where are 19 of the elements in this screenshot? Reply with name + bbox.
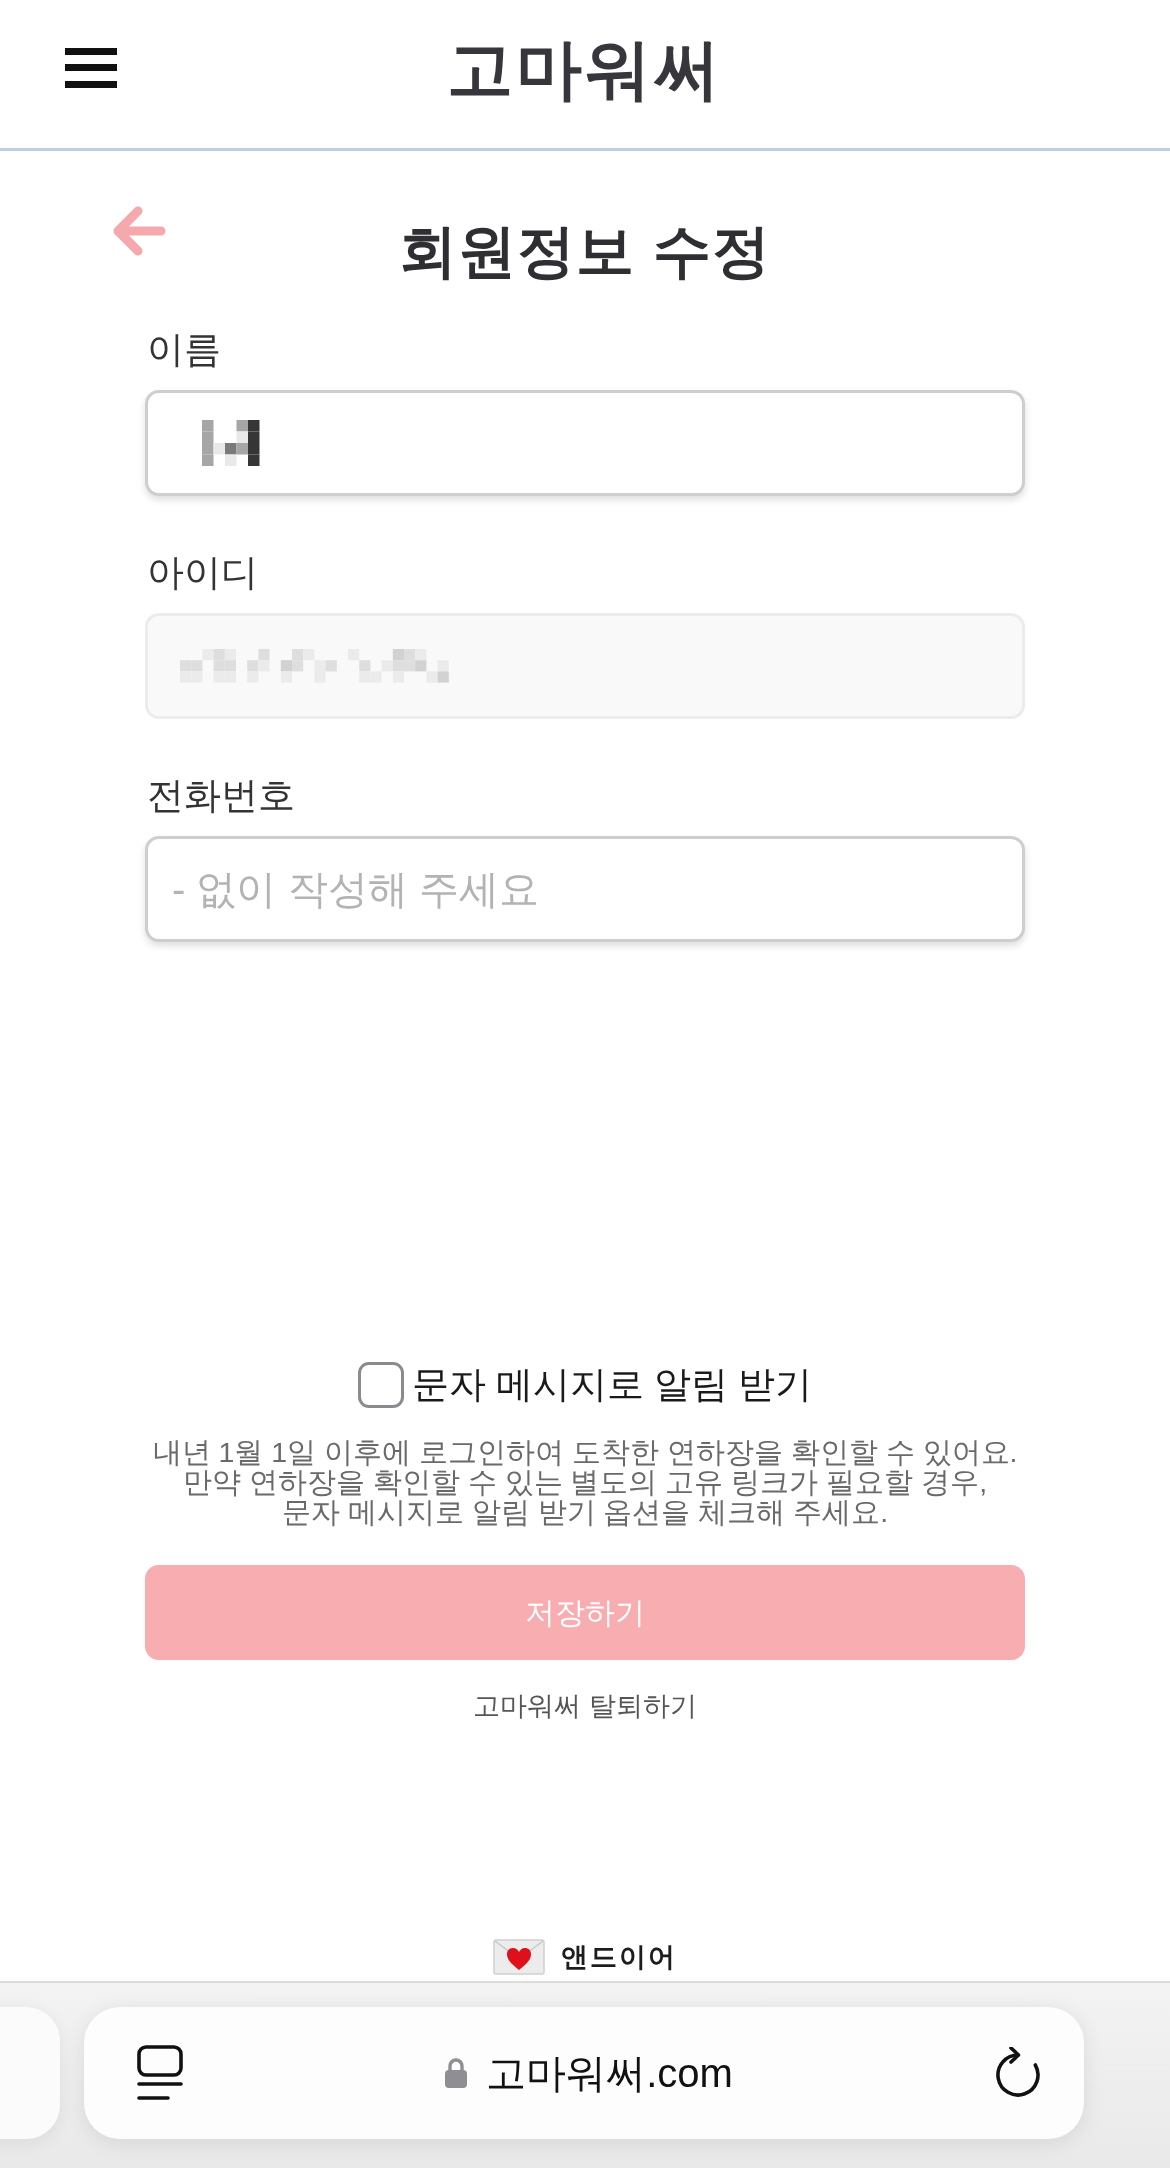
url-text[interactable]: 고마워써.com [486,2049,733,2097]
brand-text: 앤드이어 [561,1940,677,1974]
checkbox-label[interactable]: 문자 메시지로 알림 받기 [411,1362,813,1408]
checkbox[interactable] [357,1362,404,1408]
menu-icon[interactable] [65,48,117,88]
reload-icon[interactable] [994,2047,1042,2099]
input-field[interactable] [145,390,1025,496]
field-label: 아이디 [147,551,259,595]
lock-icon [444,2057,469,2089]
input-field[interactable]: - 없이 작성해 주세요 [145,836,1025,942]
withdraw-link[interactable]: 고마워써 탈퇴하기 [473,1688,697,1724]
field-label: 이름 [147,328,222,372]
page-lines-icon[interactable] [137,2045,183,2101]
back-arrow-icon[interactable] [112,205,166,257]
address-bar[interactable]: 고마워써.com [84,2007,1084,2139]
logo-text[interactable]: 고마워써 [447,30,723,110]
notice-text: 내년 1월 1일 이후에 로그인하여 도착한 연하장을 확인할 수 있어요. 만약 연하장을 확인할 수 있는 별도의 고유 링크가 필요할 경우, 문자 메시지로 알림 받기 옵션을 체크해 주세요. [151,1437,1019,1527]
page-title: 회원정보 수정 [399,217,771,285]
field-label: 전화번호 [147,774,296,818]
